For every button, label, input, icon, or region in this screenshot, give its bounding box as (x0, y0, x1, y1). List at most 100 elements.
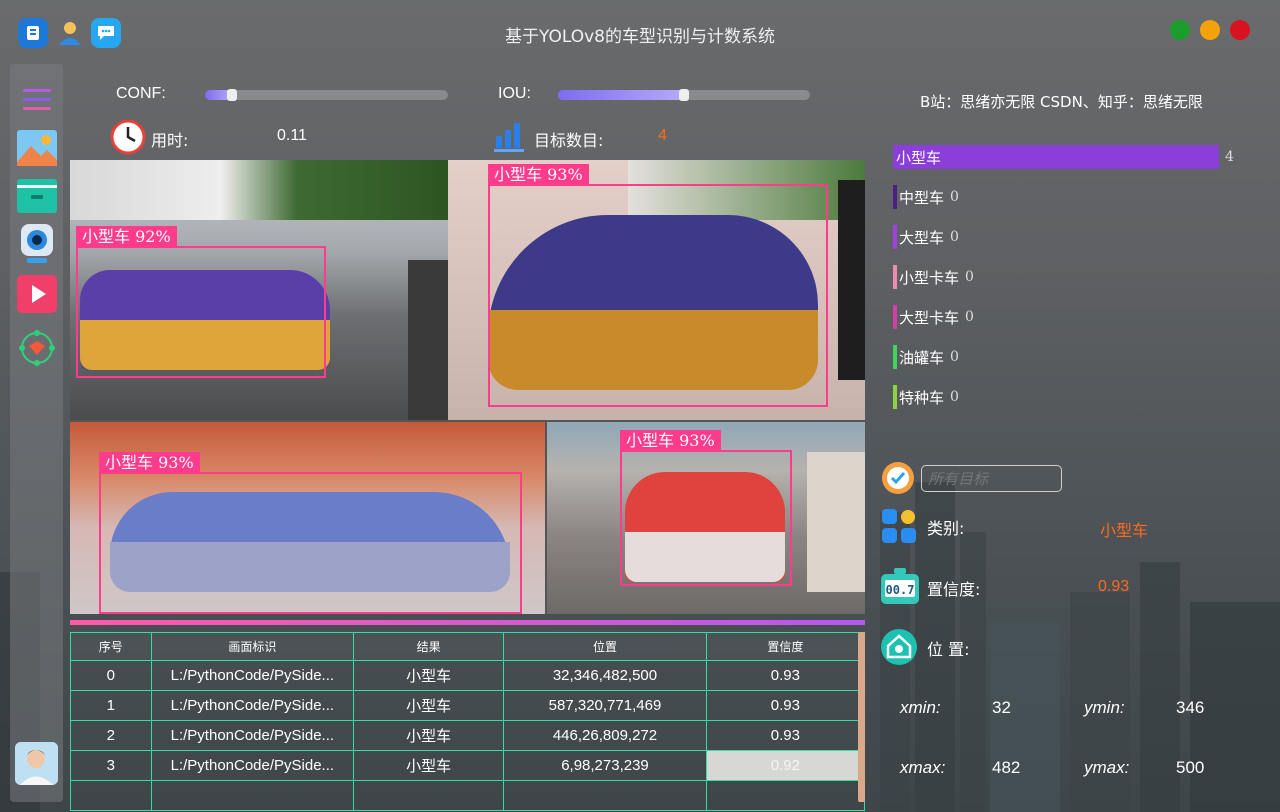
column-header[interactable]: 置信度 (705, 632, 866, 661)
ymax-value: 500 (1176, 758, 1205, 777)
cell-result[interactable]: 小型车 (353, 690, 505, 721)
time-value: 0.11 (277, 127, 307, 144)
photo-bottom-right: 小型车 93% (547, 422, 865, 614)
class-count: 0 (950, 389, 959, 405)
class-count-row: 大型卡车 0 (893, 305, 974, 329)
detection-label: 小型车 93% (620, 430, 721, 452)
cell-index[interactable]: 2 (70, 720, 152, 751)
xmax-value: 482 (992, 758, 1021, 777)
class-name: 大型车 (899, 228, 945, 247)
conf-label: CONF: (116, 85, 166, 102)
image-icon[interactable] (17, 128, 57, 168)
window-title: 基于YOLOv8的车型识别与计数系统 (505, 27, 775, 47)
minimize-button[interactable] (1170, 20, 1190, 40)
xmin-value: 32 (992, 698, 1011, 717)
cell-result[interactable]: 小型车 (353, 750, 505, 781)
cell-confidence[interactable]: 0.92 (705, 750, 866, 781)
class-count-row: 中型车 0 (893, 185, 959, 209)
class-count-bar (893, 385, 897, 409)
class-name: 小型车 (896, 148, 942, 167)
iou-slider[interactable] (558, 89, 810, 101)
confidence-label: 置信度: (927, 580, 981, 599)
cell-result[interactable]: 小型车 (353, 660, 505, 691)
cell-index[interactable]: 1 (70, 690, 152, 721)
class-count-row: 特种车 0 (893, 385, 959, 409)
target-filter-select[interactable] (921, 465, 1062, 492)
count-label: 目标数目: (534, 131, 604, 150)
maximize-button[interactable] (1200, 20, 1220, 40)
avatar[interactable] (15, 742, 58, 785)
table-scrollbar[interactable] (858, 632, 865, 802)
table-row[interactable]: 1 L:/PythonCode/PySide... 小型车 587,320,77… (70, 690, 866, 721)
table-row[interactable]: 2 L:/PythonCode/PySide... 小型车 446,26,809… (70, 720, 866, 751)
confidence-meter-icon: 00.7 (880, 568, 920, 606)
class-count-bar: 小型车 (893, 145, 1219, 169)
class-name: 小型卡车 (899, 268, 960, 287)
cell-confidence[interactable]: 0.93 (705, 660, 866, 691)
conf-slider[interactable] (205, 89, 448, 101)
detection-image: 小型车 92% 小型车 93% 小型车 93% 小型车 93% (70, 160, 865, 614)
class-count: 0 (965, 269, 974, 285)
cell-empty[interactable] (503, 780, 707, 811)
detection-box: 小型车 93% (99, 452, 522, 614)
folder-icon[interactable] (17, 176, 57, 216)
clock-icon (110, 119, 146, 159)
category-icon (880, 507, 918, 545)
ymax-label: ymax: (1084, 758, 1130, 777)
cell-position[interactable]: 587,320,771,469 (503, 690, 707, 721)
model-target-icon[interactable] (17, 328, 57, 368)
cell-source[interactable]: L:/PythonCode/PySide... (150, 750, 355, 781)
cell-confidence[interactable]: 0.93 (705, 720, 866, 751)
category-value: 小型车 (1100, 521, 1149, 540)
detection-box: 小型车 93% (488, 164, 828, 407)
cell-position[interactable]: 6,98,273,239 (503, 750, 707, 781)
cell-source[interactable]: L:/PythonCode/PySide... (150, 720, 355, 751)
iou-label: IOU: (498, 85, 531, 102)
confidence-value: 0.93 (1098, 578, 1130, 595)
class-name: 中型车 (899, 188, 945, 207)
cell-position[interactable]: 32,346,482,500 (503, 660, 707, 691)
detection-label: 小型车 93% (99, 452, 200, 474)
close-button[interactable] (1230, 20, 1250, 40)
class-count: 0 (950, 229, 959, 245)
class-count: 4 (1225, 149, 1234, 165)
menu-icon[interactable] (17, 80, 57, 120)
cell-empty[interactable] (150, 780, 355, 811)
column-header[interactable]: 结果 (353, 632, 505, 661)
column-header[interactable]: 位置 (503, 632, 707, 661)
cell-position[interactable]: 446,26,809,272 (503, 720, 707, 751)
cell-index[interactable]: 0 (70, 660, 152, 691)
table-row[interactable]: 3 L:/PythonCode/PySide... 小型车 6,98,273,2… (70, 750, 866, 781)
class-count-bar (893, 305, 897, 329)
cell-empty[interactable] (705, 780, 866, 811)
class-name: 特种车 (899, 388, 945, 407)
cell-source[interactable]: L:/PythonCode/PySide... (150, 690, 355, 721)
iou-slider-handle[interactable] (679, 89, 689, 101)
cell-empty[interactable] (70, 780, 152, 811)
camera-icon[interactable] (17, 224, 57, 264)
time-label: 用时: (151, 131, 189, 150)
credits-text: B站：思绪亦无限 CSDN、知乎：思绪无限 (920, 93, 1203, 111)
class-count: 0 (950, 189, 959, 205)
video-play-icon[interactable] (17, 274, 57, 314)
table-row[interactable]: 0 L:/PythonCode/PySide... 小型车 32,346,482… (70, 660, 866, 691)
cell-result[interactable]: 小型车 (353, 720, 505, 751)
cell-index[interactable]: 3 (70, 750, 152, 781)
class-count-bar (893, 345, 897, 369)
position-label: 位 置: (927, 640, 970, 659)
detection-label: 小型车 93% (488, 164, 589, 186)
location-icon (880, 628, 918, 666)
cell-confidence[interactable]: 0.93 (705, 690, 866, 721)
class-count: 0 (965, 309, 974, 325)
cell-empty[interactable] (353, 780, 505, 811)
column-header[interactable]: 序号 (70, 632, 152, 661)
column-header[interactable]: 画面标识 (150, 632, 355, 661)
table-header-row: 序号 画面标识 结果 位置 置信度 (70, 632, 866, 661)
cell-source[interactable]: L:/PythonCode/PySide... (150, 660, 355, 691)
conf-slider-handle[interactable] (227, 89, 237, 101)
photo-top-left: 小型车 92% (70, 160, 448, 420)
xmin-label: xmin: (900, 698, 941, 717)
table-row[interactable] (70, 780, 866, 811)
bar-chart-icon (494, 120, 524, 156)
detection-label: 小型车 92% (76, 226, 177, 248)
